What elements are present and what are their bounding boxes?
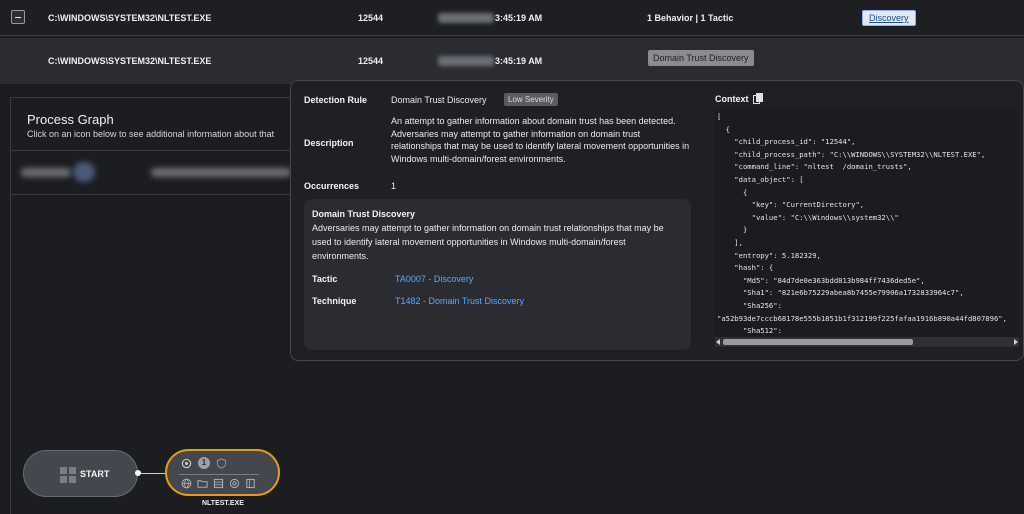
graph-edge [138, 473, 165, 474]
behavior-count-badge[interactable]: 1 [198, 457, 210, 469]
context-json: [ { "child_process_id": "12544", "child_… [717, 112, 1007, 336]
copy-icon[interactable] [753, 93, 763, 104]
behavior-row[interactable]: C:\WINDOWS\SYSTEM32\NLTEST.EXE 12544 3:4… [0, 38, 1024, 84]
scroll-thumb[interactable] [723, 339, 913, 345]
process-time: 3:45:19 AM [495, 56, 543, 66]
settings-icon[interactable] [229, 478, 240, 489]
process-node[interactable]: 1 [165, 449, 280, 496]
graph-edge-dot [135, 470, 141, 476]
behavior-summary: 1 Behavior | 1 Tactic [647, 12, 734, 23]
context-horizontal-scrollbar[interactable] [715, 337, 1019, 347]
start-label: START [80, 469, 110, 479]
graph-title: Process Graph [27, 112, 114, 127]
registry-icon[interactable] [213, 478, 224, 489]
process-path: C:\WINDOWS\SYSTEM32\NLTEST.EXE [48, 12, 212, 23]
globe-icon[interactable] [181, 478, 192, 489]
behavior-details-popover: Detection Rule Domain Trust Discovery Lo… [290, 80, 1024, 361]
process-id: 12544 [358, 12, 384, 23]
detection-rule-label: Detection Rule [304, 95, 368, 105]
description-label: Description [304, 138, 354, 148]
tactic-tag-link[interactable]: Discovery [862, 10, 916, 26]
redacted-details [151, 168, 291, 177]
module-icon[interactable] [245, 478, 256, 489]
occurrences-label: Occurrences [304, 181, 360, 191]
process-id: 12544 [358, 56, 384, 66]
start-node[interactable]: START [23, 450, 138, 497]
detection-rule-value: Domain Trust Discovery [391, 95, 487, 105]
folder-icon[interactable] [197, 478, 208, 489]
behavior-tag[interactable]: Domain Trust Discovery [648, 50, 754, 66]
redacted-date [438, 56, 494, 66]
redacted-date [438, 13, 494, 23]
redacted-hostname [21, 168, 71, 177]
process-path: C:\WINDOWS\SYSTEM32\NLTEST.EXE [48, 56, 212, 66]
process-time: 3:45:19 AM [495, 12, 543, 23]
technique-card-title: Domain Trust Discovery [312, 209, 416, 219]
tactic-link[interactable]: TA0007 - Discovery [395, 274, 473, 284]
scroll-right-arrow[interactable] [1014, 339, 1018, 345]
technique-card: Domain Trust Discovery Adversaries may a… [304, 199, 691, 350]
collapse-toggle[interactable] [11, 10, 25, 24]
windows-icon [60, 467, 76, 483]
process-node-label: NLTEST.EXE [202, 500, 244, 507]
context-json-viewer[interactable]: [ { "child_process_id": "12544", "child_… [715, 109, 1019, 348]
graph-subtitle: Click on an icon below to see additional… [27, 129, 275, 139]
technique-link[interactable]: T1482 - Domain Trust Discovery [395, 296, 524, 306]
divider [179, 474, 259, 475]
process-activity-icon[interactable] [181, 458, 192, 469]
shield-icon[interactable] [216, 457, 227, 469]
process-row[interactable]: C:\WINDOWS\SYSTEM32\NLTEST.EXE 12544 3:4… [0, 0, 1024, 36]
technique-label: Technique [312, 296, 357, 306]
tactic-label: Tactic [312, 274, 338, 284]
redacted-avatar [73, 162, 95, 182]
technique-card-text: Adversaries may attempt to gather inform… [312, 223, 664, 261]
occurrences-value: 1 [391, 181, 397, 191]
scroll-left-arrow[interactable] [716, 339, 720, 345]
description-value: An attempt to gather information about d… [391, 116, 690, 164]
context-title: Context [715, 94, 749, 104]
severity-badge: Low Severity [504, 93, 558, 106]
